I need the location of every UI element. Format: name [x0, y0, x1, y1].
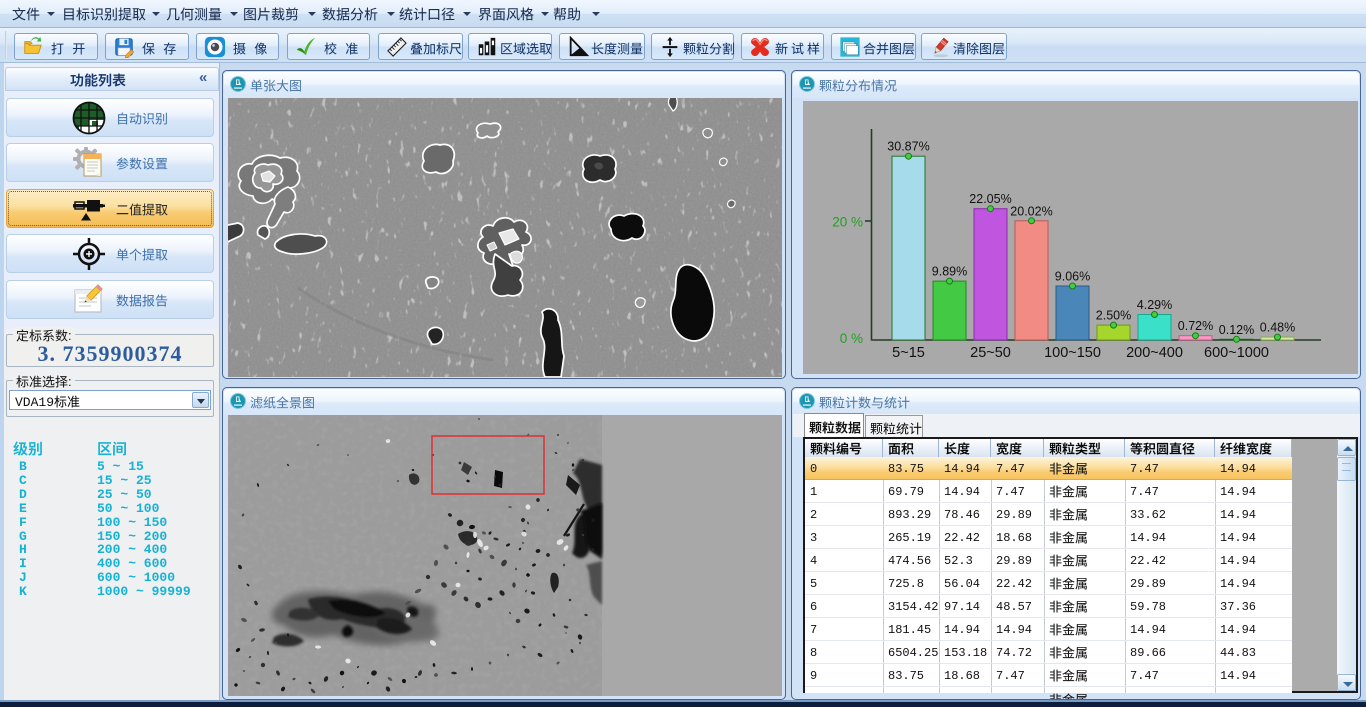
svg-text:4.29%: 4.29% — [1137, 298, 1172, 312]
svg-text:20.02%: 20.02% — [1010, 204, 1052, 218]
svg-text:2.50%: 2.50% — [1096, 309, 1131, 323]
svg-text:22.05%: 22.05% — [969, 192, 1011, 206]
svg-text:9.89%: 9.89% — [932, 265, 967, 279]
svg-text:9.06%: 9.06% — [1055, 270, 1090, 284]
svg-text:30.87%: 30.87% — [887, 140, 929, 154]
svg-text:0.48%: 0.48% — [1260, 321, 1295, 335]
svg-text:200~400: 200~400 — [1126, 345, 1183, 361]
svg-text:600~1000: 600~1000 — [1204, 345, 1269, 361]
svg-text:20 %: 20 % — [832, 215, 863, 230]
svg-text:100~150: 100~150 — [1044, 345, 1101, 361]
svg-text:25~50: 25~50 — [970, 345, 1011, 361]
svg-text:0 %: 0 % — [840, 331, 863, 346]
svg-text:5~15: 5~15 — [892, 345, 925, 361]
svg-text:0.72%: 0.72% — [1178, 319, 1213, 333]
svg-text:0.12%: 0.12% — [1219, 323, 1254, 337]
